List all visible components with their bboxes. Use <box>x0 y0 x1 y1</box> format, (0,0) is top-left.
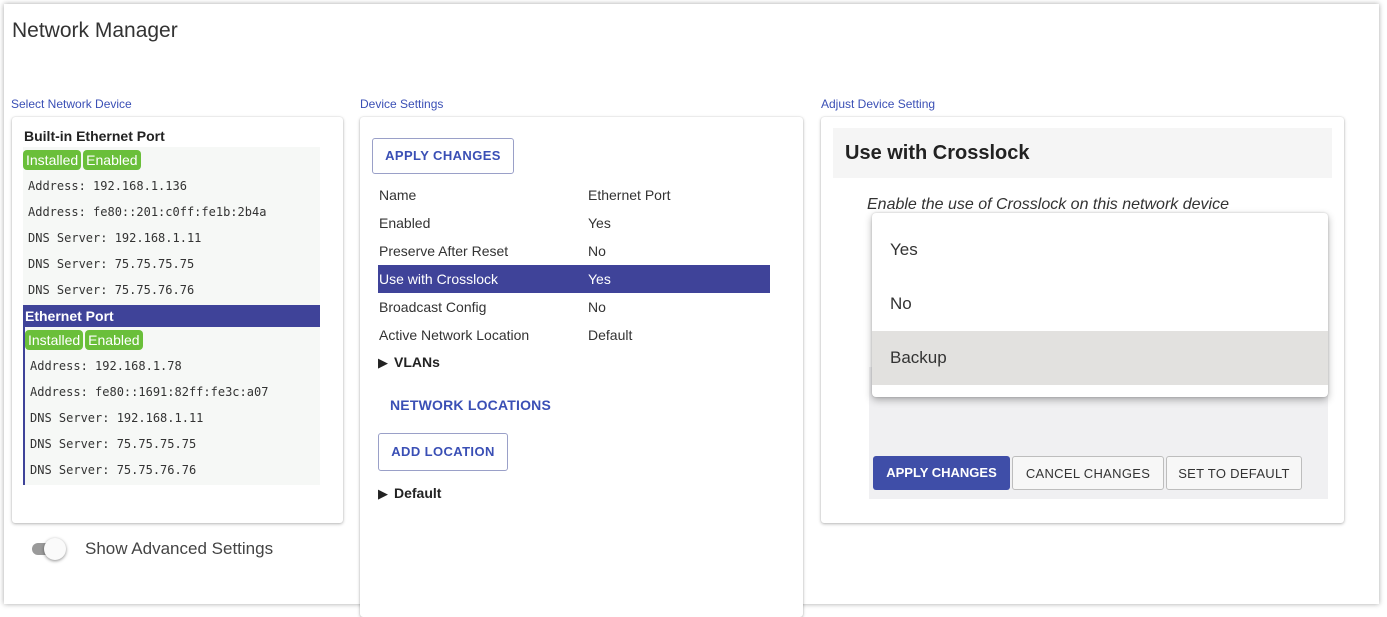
setting-value: Default <box>588 327 633 343</box>
device-dns: DNS Server: 75.75.76.76 <box>28 283 195 297</box>
device-dns: DNS Server: 192.168.1.11 <box>28 231 202 245</box>
setting-key: Preserve After Reset <box>379 243 509 259</box>
set-to-default-button[interactable]: SET TO DEFAULT <box>1166 456 1302 490</box>
vlans-expander[interactable]: ▶ VLANs <box>378 354 440 371</box>
device-address: Address: fe80::1691:82ff:fe3c:a07 <box>30 385 269 399</box>
apply-changes-button[interactable]: APPLY CHANGES <box>873 456 1010 490</box>
setting-key: Broadcast Config <box>379 299 487 315</box>
triangle-right-icon: ▶ <box>378 355 388 370</box>
device-dns: DNS Server: 75.75.75.75 <box>30 437 197 451</box>
device-details: Installed Enabled Address: 192.168.1.78 … <box>23 327 320 485</box>
setting-value: No <box>588 243 606 259</box>
device-settings-label: Device Settings <box>360 97 444 111</box>
cancel-changes-button[interactable]: CANCEL CHANGES <box>1012 456 1164 490</box>
apply-changes-button[interactable]: APPLY CHANGES <box>372 138 514 174</box>
setting-key: Active Network Location <box>379 327 530 343</box>
setting-row-name[interactable]: Name Ethernet Port <box>378 181 770 209</box>
select-device-label: Select Network Device <box>11 97 132 111</box>
setting-value: Ethernet Port <box>588 187 671 203</box>
device-address: Address: 192.168.1.136 <box>28 179 187 193</box>
device-dns: DNS Server: 75.75.76.76 <box>30 463 197 477</box>
device-dns: DNS Server: 192.168.1.11 <box>30 411 204 425</box>
setting-value: Yes <box>588 215 611 231</box>
toggle-thumb[interactable] <box>44 538 66 560</box>
device-list-panel: Built-in Ethernet Port Installed Enabled… <box>12 117 343 523</box>
enabled-badge: Enabled <box>83 150 141 170</box>
app-window: Network Manager Select Network Device De… <box>4 4 1379 617</box>
default-location-expander[interactable]: ▶ Default <box>378 485 441 502</box>
device-badges: Installed Enabled <box>23 147 320 173</box>
installed-badge: Installed <box>25 330 84 350</box>
advanced-settings-label: Show Advanced Settings <box>85 539 274 558</box>
option-backup[interactable]: Backup <box>872 331 1328 385</box>
vlans-label: VLANs <box>394 354 440 370</box>
triangle-right-icon: ▶ <box>378 486 388 501</box>
device-item[interactable]: Built-in Ethernet Port Installed Enabled… <box>23 125 320 305</box>
crosslock-options-dropdown: Yes No Backup <box>872 213 1328 397</box>
setting-row-broadcast-config[interactable]: Broadcast Config No <box>378 293 770 321</box>
enabled-badge: Enabled <box>85 330 143 350</box>
setting-row-enabled[interactable]: Enabled Yes <box>378 209 770 237</box>
add-location-button[interactable]: ADD LOCATION <box>378 433 508 471</box>
setting-value: No <box>588 299 606 315</box>
advanced-settings-toggle[interactable] <box>32 538 66 560</box>
setting-row-preserve-after-reset[interactable]: Preserve After Reset No <box>378 237 770 265</box>
setting-value: Yes <box>588 271 611 287</box>
advanced-settings-toggle-row: Show Advanced Settings <box>32 538 274 560</box>
setting-key: Use with Crosslock <box>379 271 499 287</box>
option-no[interactable]: No <box>872 277 1328 331</box>
device-dns: DNS Server: 75.75.75.75 <box>28 257 195 271</box>
device-name: Ethernet Port <box>23 305 320 327</box>
device-address: Address: fe80::201:c0ff:fe1b:2b4a <box>28 205 267 219</box>
app-title: Network Manager <box>12 19 178 42</box>
setting-row-use-with-crosslock[interactable]: Use with Crosslock Yes <box>378 265 770 293</box>
setting-key: Name <box>379 187 417 203</box>
setting-title: Use with Crosslock <box>833 128 1332 178</box>
device-name: Built-in Ethernet Port <box>24 128 165 144</box>
default-location-label: Default <box>394 485 442 501</box>
adjust-setting-label: Adjust Device Setting <box>821 97 936 111</box>
setting-row-active-network-location[interactable]: Active Network Location Default <box>378 321 770 349</box>
settings-list: Name Ethernet Port Enabled Yes Preserve … <box>378 181 770 349</box>
network-locations-title: NETWORK LOCATIONS <box>390 397 552 413</box>
device-item-selected[interactable]: Ethernet Port Installed Enabled Address:… <box>23 305 320 485</box>
installed-badge: Installed <box>23 150 82 170</box>
option-yes[interactable]: Yes <box>872 223 1328 277</box>
setting-description: Enable the use of Crosslock on this netw… <box>867 196 1229 213</box>
setting-key: Enabled <box>379 215 431 231</box>
device-badges: Installed Enabled <box>25 327 320 353</box>
device-settings-panel: APPLY CHANGES Name Ethernet Port Enabled… <box>360 117 803 617</box>
adjust-setting-panel: Use with Crosslock Enable the use of Cro… <box>821 117 1344 523</box>
device-address: Address: 192.168.1.78 <box>30 359 182 373</box>
device-details: Installed Enabled Address: 192.168.1.136… <box>23 147 320 305</box>
device-list: Built-in Ethernet Port Installed Enabled… <box>23 125 320 485</box>
